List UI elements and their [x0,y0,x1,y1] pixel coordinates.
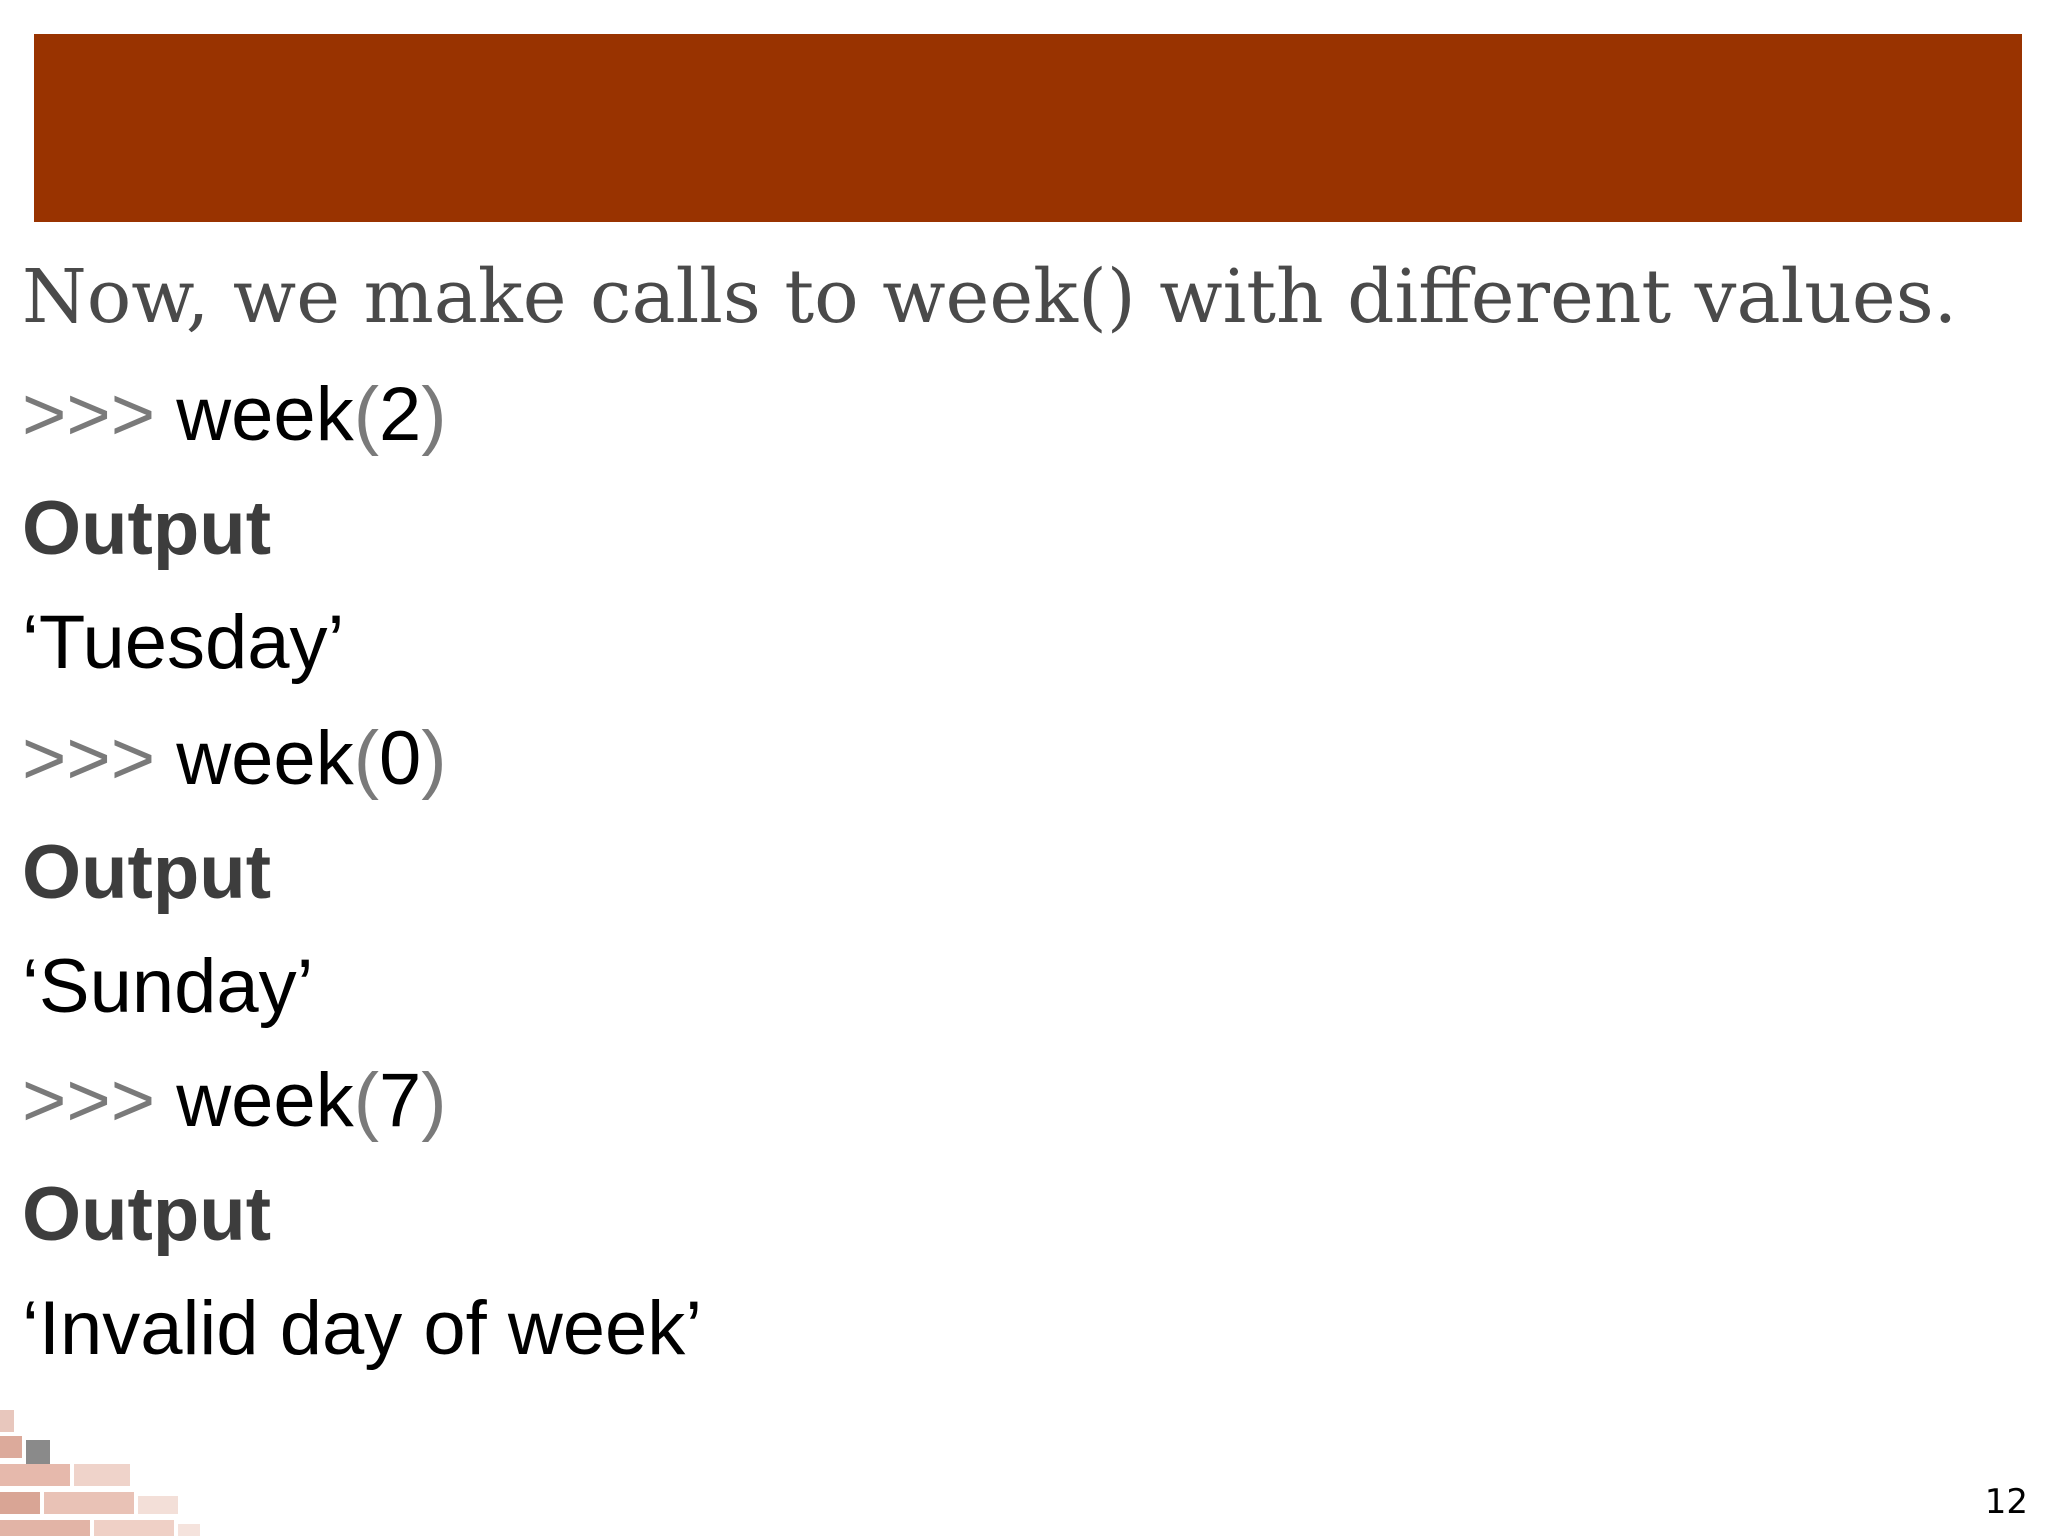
code-line-3: >>> week(7) [22,1056,447,1146]
output-label-1: Output [22,486,272,571]
output-value-1: ‘Tuesday’ [22,600,345,685]
code-line-1: >>> week(2) [22,370,447,460]
argument: 0 [379,716,422,801]
paren-close: ) [421,1058,447,1143]
paren-open: ( [353,372,380,457]
paren-close: ) [421,716,447,801]
function-name: week [176,716,354,801]
title-bar-fill [34,34,2022,222]
argument: 7 [379,1058,422,1143]
prompt-symbol: >>> [22,1058,156,1143]
function-name: week [176,1058,354,1143]
bricks-icon [0,1410,200,1536]
output-label-3: Output [22,1172,272,1257]
prompt-symbol: >>> [22,716,156,801]
paren-open: ( [353,716,380,801]
code-line-2: >>> week(0) [22,714,447,804]
paren-close: ) [421,372,447,457]
bullet-square [26,1440,50,1464]
title-bar [34,34,2022,222]
function-name: week [176,372,354,457]
output-label-2: Output [22,830,272,915]
output-value-3: ‘Invalid day of week’ [22,1286,703,1371]
slide: Now, we make calls to week() with differ… [0,0,2048,1536]
paren-open: ( [353,1058,380,1143]
intro-text: Now, we make calls to week() with differ… [22,254,1958,340]
page-number: 12 [1984,1482,2028,1522]
prompt-symbol: >>> [22,372,156,457]
output-value-2: ‘Sunday’ [22,944,314,1029]
argument: 2 [379,372,422,457]
